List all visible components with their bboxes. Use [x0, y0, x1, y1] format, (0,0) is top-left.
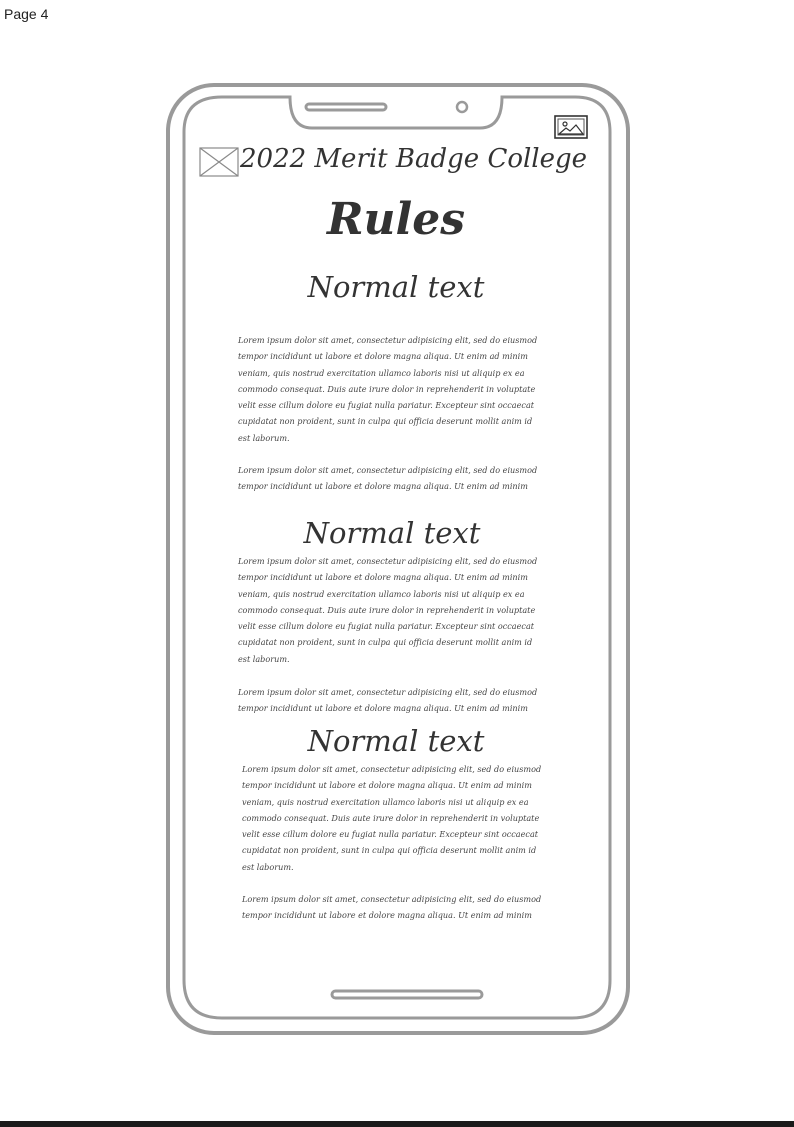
bottom-edge-bar	[0, 1121, 794, 1127]
image-icon[interactable]	[554, 115, 588, 139]
section-paragraph: Lorem ipsum dolor sit amet, consectetur …	[238, 556, 538, 664]
section-paragraph: Lorem ipsum dolor sit amet, consectetur …	[242, 894, 542, 921]
section-paragraph: Lorem ipsum dolor sit amet, consectetur …	[238, 335, 538, 443]
section-heading: Normal text	[307, 724, 485, 758]
speaker-grille	[304, 102, 388, 112]
camera-lens	[455, 100, 469, 114]
section-heading: Normal text	[307, 270, 485, 304]
section-paragraph: Lorem ipsum dolor sit amet, consectetur …	[238, 465, 538, 492]
page-title: Rules	[326, 194, 466, 245]
section-paragraph: Lorem ipsum dolor sit amet, consectetur …	[242, 764, 542, 872]
menu-placeholder-icon[interactable]	[199, 147, 239, 177]
app-header-title: 2022 Merit Badge College	[240, 144, 588, 174]
section-paragraph: Lorem ipsum dolor sit amet, consectetur …	[238, 687, 538, 714]
home-indicator[interactable]	[330, 989, 484, 1000]
section-heading: Normal text	[303, 516, 481, 550]
